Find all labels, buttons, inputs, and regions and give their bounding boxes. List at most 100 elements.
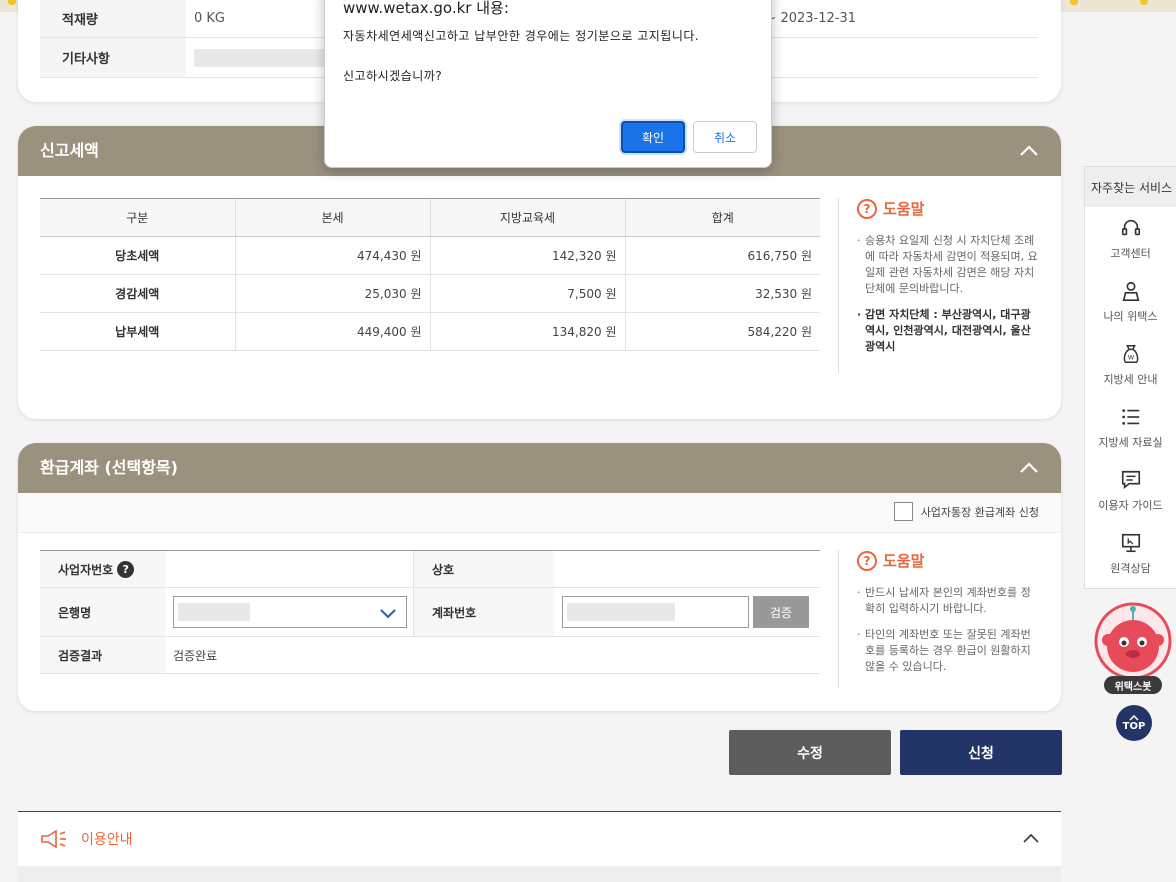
sidebar-item-label: 나의 위택스 xyxy=(1103,309,1158,323)
col-header: 구분 xyxy=(40,198,235,237)
sidebar-item-user-guide[interactable]: 이용자 가이드 xyxy=(1085,459,1176,522)
dialog-question: 신고하시겠습니까? xyxy=(343,69,443,83)
business-checkbox-wrap[interactable]: 사업자통장 환급계좌 신청 xyxy=(893,502,1039,521)
dialog-origin: www.wetax.go.kr 내용: xyxy=(343,0,509,17)
col-header: 본세 xyxy=(234,198,430,237)
quick-service-sidebar: 자주찾는 서비스 고객센터 나의 위택스 W 지방세 안내 지방세 자료실 이용… xyxy=(1084,166,1176,589)
sidebar-item-label: 원격상담 xyxy=(1110,561,1151,575)
usage-guide-header[interactable]: 이용안내 xyxy=(18,812,1061,866)
form-row: 사업자번호 ? 상호 xyxy=(40,550,820,588)
monitor-icon xyxy=(1121,533,1140,552)
sidebar-item-local-tax-archive[interactable]: 지방세 자료실 xyxy=(1085,396,1176,459)
person-icon xyxy=(1122,281,1139,301)
masked-bank xyxy=(178,603,250,621)
row-label: 당초세액 xyxy=(40,236,235,275)
dialog-cancel-button[interactable]: 취소 xyxy=(693,121,757,153)
chat-icon xyxy=(1121,470,1140,489)
main-tax-cell: 449,400 원 xyxy=(234,312,430,351)
masked-value xyxy=(194,48,330,67)
sidebar-item-label: 지방세 안내 xyxy=(1103,372,1158,386)
table-row: 경감세액 25,030 원 7,500 원 32,530 원 xyxy=(40,274,820,313)
submit-button[interactable]: 신청 xyxy=(900,730,1062,775)
refund-account-card: 환급계좌 (선택항목) 사업자통장 환급계좌 신청 사업자번호 ? 상호 은행명 xyxy=(18,443,1061,711)
edit-button[interactable]: 수정 xyxy=(729,730,891,775)
help-item: 승용차 요일제 신청 시 자치단체 조례에 따라 자동차세 감면이 적용되며, … xyxy=(857,233,1038,297)
edu-tax-cell: 142,320 원 xyxy=(429,236,625,275)
chatbot-button[interactable]: 위택스봇 xyxy=(1094,602,1172,694)
bank-label: 은행명 xyxy=(40,588,165,636)
other-label: 기타사항 xyxy=(40,38,186,77)
list-icon xyxy=(1121,408,1139,425)
form-row: 검증결과 검증완료 xyxy=(40,637,820,674)
col-header: 지방교육세 xyxy=(429,198,625,237)
tax-section-title: 신고세액 xyxy=(40,141,99,160)
sidebar-item-label: 이용자 가이드 xyxy=(1098,498,1163,512)
tab-icon xyxy=(1070,0,1078,5)
sidebar-item-my-wetax[interactable]: 나의 위택스 xyxy=(1085,270,1176,333)
sidebar-item-label: 지방세 자료실 xyxy=(1098,435,1163,449)
help-item: 감면 자치단체 : 부산광역시, 대구광역시, 인천광역시, 대전광역시, 울산… xyxy=(857,307,1038,355)
scroll-top-button[interactable]: TOP xyxy=(1116,705,1152,741)
load-label: 적재량 xyxy=(40,0,186,37)
masked-account xyxy=(567,603,675,621)
chevron-down-icon xyxy=(380,609,396,619)
row-label: 경감세액 xyxy=(40,274,235,313)
business-account-bar: 사업자통장 환급계좌 신청 xyxy=(18,493,1061,533)
sidebar-item-remote-support[interactable]: 원격상담 xyxy=(1085,522,1176,585)
edu-tax-cell: 7,500 원 xyxy=(429,274,625,313)
usage-guide-title: 이용안내 xyxy=(81,832,133,848)
help-title: ? 도움말 xyxy=(857,198,1038,219)
help-title-text: 도움말 xyxy=(883,200,925,218)
chevron-up-icon[interactable] xyxy=(1019,141,1039,161)
tax-table: 구분 본세 지방교육세 합계 당초세액 474,430 원 142,320 원 … xyxy=(40,198,820,351)
result-label: 검증결과 xyxy=(40,637,165,673)
tab-icon xyxy=(8,0,16,5)
chatbot-label: 위택스봇 xyxy=(1104,676,1162,694)
business-account-checkbox[interactable] xyxy=(893,502,913,521)
tab-icon xyxy=(1140,0,1148,5)
col-header: 합계 xyxy=(624,198,820,237)
main-tax-cell: 474,430 원 xyxy=(234,236,430,275)
question-icon: ? xyxy=(857,550,877,571)
money-bag-icon: W xyxy=(1123,344,1138,363)
result-value: 검증완료 xyxy=(173,648,218,663)
verify-button[interactable]: 검증 xyxy=(753,596,809,628)
load-value-text: 0 KG xyxy=(194,11,226,26)
sidebar-item-local-tax-guide[interactable]: W 지방세 안내 xyxy=(1085,333,1176,396)
total-cell: 584,220 원 xyxy=(624,312,820,351)
biz-no-label-cell: 사업자번호 ? xyxy=(40,551,165,587)
help-icon[interactable]: ? xyxy=(117,560,135,578)
headset-icon xyxy=(1121,219,1140,235)
total-cell: 616,750 원 xyxy=(624,236,820,275)
svg-text:W: W xyxy=(1127,353,1134,361)
dialog-message: 자동차세연세액신고하고 납부안한 경우에는 정기분으로 고지됩니다. xyxy=(343,29,700,43)
bank-cell xyxy=(165,588,414,636)
help-item: 타인의 계좌번호 또는 잘못된 계좌번호를 등록하는 경우 환급이 원활하지 않… xyxy=(857,627,1038,675)
form-row: 은행명 계좌번호 검증 xyxy=(40,588,820,637)
chevron-up-icon[interactable] xyxy=(1019,458,1039,478)
question-icon: ? xyxy=(857,198,877,219)
biz-no-label: 사업자번호 xyxy=(58,562,114,577)
help-item: 반드시 납세자 본인의 계좌번호를 정확히 입력하시기 바랍니다. xyxy=(857,585,1038,617)
chatbot-mascot-icon xyxy=(1094,602,1172,680)
tax-help-panel: ? 도움말 승용차 요일제 신청 시 자치단체 조례에 따라 자동차세 감면이 … xyxy=(838,198,1038,373)
business-checkbox-label: 사업자통장 환급계좌 신청 xyxy=(920,505,1039,519)
refund-help-panel: ? 도움말 반드시 납세자 본인의 계좌번호를 정확히 입력하시기 바랍니다. … xyxy=(838,550,1038,688)
help-title: ? 도움말 xyxy=(857,550,1038,571)
account-label: 계좌번호 xyxy=(414,588,554,636)
megaphone-icon xyxy=(41,830,66,848)
bank-select[interactable] xyxy=(173,596,407,628)
refund-section-header[interactable]: 환급계좌 (선택항목) xyxy=(18,443,1061,493)
row-label: 납부세액 xyxy=(40,312,235,351)
sidebar-item-label: 고객센터 xyxy=(1110,246,1151,260)
dialog-ok-button[interactable]: 확인 xyxy=(621,121,685,153)
company-value xyxy=(554,551,820,587)
account-cell: 검증 xyxy=(554,588,820,636)
top-label: TOP xyxy=(1122,720,1146,732)
sidebar-item-customer-center[interactable]: 고객센터 xyxy=(1085,207,1176,270)
table-row: 당초세액 474,430 원 142,320 원 616,750 원 xyxy=(40,236,820,275)
account-input[interactable] xyxy=(562,596,749,628)
table-row: 납부세액 449,400 원 134,820 원 584,220 원 xyxy=(40,312,820,351)
refund-section-title: 환급계좌 (선택항목) xyxy=(40,458,178,477)
chevron-up-icon[interactable] xyxy=(1023,832,1039,844)
